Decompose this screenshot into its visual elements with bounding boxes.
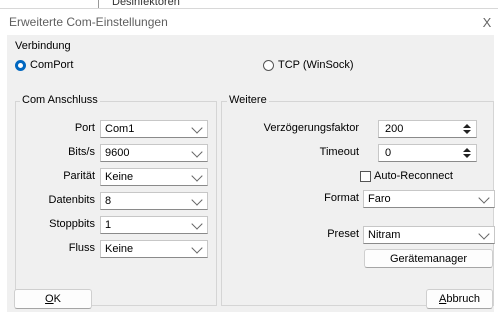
ok-hotkey: O bbox=[45, 293, 54, 305]
radio-tcp[interactable]: TCP (WinSock) bbox=[263, 59, 354, 71]
preset-select[interactable]: Nitram bbox=[363, 226, 495, 244]
background-text: Desinfektoren bbox=[112, 0, 180, 8]
verzoegerung-label: Verzögerungsfaktor bbox=[263, 122, 359, 134]
chevron-down-icon bbox=[191, 170, 203, 182]
auto-reconnect-label: Auto-Reconnect bbox=[374, 170, 453, 182]
format-value: Faro bbox=[368, 193, 391, 205]
close-button[interactable]: X bbox=[476, 11, 498, 33]
close-icon: X bbox=[482, 14, 492, 30]
preset-label: Preset bbox=[327, 228, 359, 240]
timeout-spinner[interactable]: 0 bbox=[378, 144, 477, 162]
paritaet-value: Keine bbox=[105, 171, 134, 183]
timeout-value: 0 bbox=[385, 147, 392, 159]
spinner-arrows-icon[interactable] bbox=[463, 123, 471, 135]
fluss-label: Fluss bbox=[68, 242, 95, 254]
checkbox-unchecked-icon bbox=[360, 170, 371, 182]
bits-value: 9600 bbox=[105, 147, 130, 159]
weitere-group-label: Weitere bbox=[227, 94, 269, 106]
format-label: Format bbox=[324, 192, 359, 204]
datenbits-select[interactable]: 8 bbox=[100, 192, 208, 210]
chevron-down-icon bbox=[191, 242, 203, 254]
background-app-strip: Desinfektoren bbox=[0, 0, 498, 8]
dialog-client-area: Verbindung ComPort TCP (WinSock) Com Ans… bbox=[7, 35, 495, 312]
stoppbits-value: 1 bbox=[105, 219, 112, 231]
chevron-down-icon bbox=[478, 192, 490, 204]
abbruch-hotkey: A bbox=[439, 293, 447, 305]
verzoegerung-value: 200 bbox=[385, 123, 404, 135]
com-settings-dialog: Erweiterte Com-Einstellungen X Verbindun… bbox=[0, 8, 498, 312]
bits-label: Bits/s bbox=[68, 146, 95, 158]
radio-unselected-icon bbox=[263, 59, 274, 71]
chevron-down-icon bbox=[191, 218, 203, 230]
chevron-down-icon bbox=[191, 122, 203, 134]
spinner-arrows-icon[interactable] bbox=[463, 147, 471, 159]
radio-comport[interactable]: ComPort bbox=[15, 59, 73, 71]
background-separator bbox=[98, 0, 99, 8]
abbruch-button[interactable]: Abbruch bbox=[426, 289, 493, 309]
chevron-down-icon bbox=[478, 228, 490, 240]
bits-select[interactable]: 9600 bbox=[100, 144, 208, 162]
radio-tcp-label: TCP (WinSock) bbox=[278, 59, 354, 71]
timeout-label: Timeout bbox=[319, 146, 359, 158]
datenbits-label: Datenbits bbox=[48, 194, 95, 206]
ok-label: K bbox=[53, 293, 61, 305]
fluss-select[interactable]: Keine bbox=[100, 240, 208, 258]
preset-value: Nitram bbox=[368, 229, 401, 241]
chevron-down-icon bbox=[191, 194, 203, 206]
radio-comport-label: ComPort bbox=[30, 59, 74, 71]
fluss-value: Keine bbox=[105, 243, 134, 255]
port-select[interactable]: Com1 bbox=[100, 120, 208, 138]
stoppbits-select[interactable]: 1 bbox=[100, 216, 208, 234]
format-select[interactable]: Faro bbox=[363, 190, 495, 208]
paritaet-select[interactable]: Keine bbox=[100, 168, 208, 186]
geraetemanager-button[interactable]: Gerätemanager bbox=[364, 249, 493, 268]
window-title: Erweiterte Com-Einstellungen bbox=[9, 15, 168, 29]
abbruch-label: bbruch bbox=[446, 293, 480, 305]
port-value: Com1 bbox=[105, 123, 135, 135]
radio-selected-icon bbox=[15, 59, 26, 71]
chevron-down-icon bbox=[191, 146, 203, 158]
geraetemanager-label: Gerätemanager bbox=[389, 252, 468, 265]
com-anschluss-group-label: Com Anschluss bbox=[20, 94, 100, 106]
verbindung-group-label: Verbindung bbox=[15, 40, 71, 52]
paritaet-label: Parität bbox=[63, 170, 95, 182]
stoppbits-label: Stoppbits bbox=[49, 218, 95, 230]
datenbits-value: 8 bbox=[105, 195, 112, 207]
verzoegerung-spinner[interactable]: 200 bbox=[378, 120, 477, 138]
auto-reconnect-checkbox[interactable]: Auto-Reconnect bbox=[360, 170, 453, 182]
port-label: Port bbox=[74, 122, 95, 134]
title-bar: Erweiterte Com-Einstellungen X bbox=[0, 9, 498, 35]
ok-button[interactable]: OK bbox=[14, 289, 92, 309]
